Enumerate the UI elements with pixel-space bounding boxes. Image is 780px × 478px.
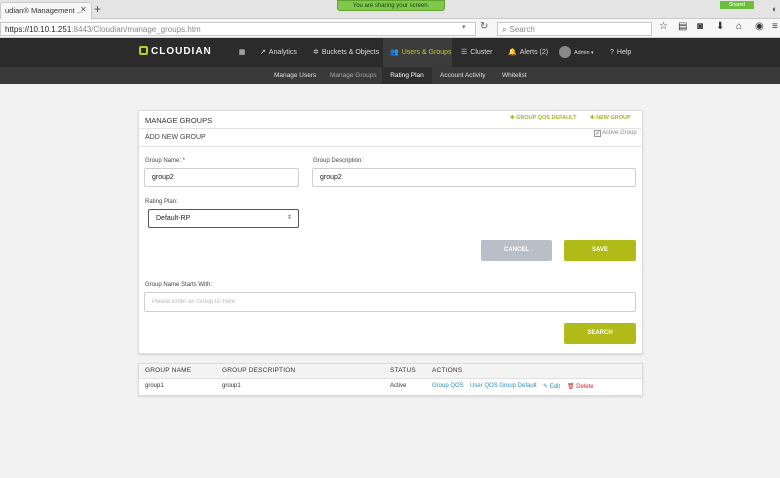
edit-label: Edit (549, 384, 561, 390)
group-qos-default-button[interactable]: ✚ GROUP QOS DEFAULT (510, 115, 576, 121)
active-group-label: Active Group (602, 130, 637, 136)
nav-users-groups[interactable]: 👥 Users & Groups (383, 38, 452, 67)
cancel-button[interactable]: CANCEL (481, 240, 552, 261)
divider (138, 146, 643, 147)
user-qos-group-default-link[interactable]: User QOS Group Default (470, 383, 537, 389)
dashboard-grid-icon: ▦ (238, 49, 246, 56)
delete-link[interactable]: 🗑 Delete (567, 383, 594, 390)
home-icon[interactable]: ⌂ (736, 21, 742, 32)
subnav-account-activity[interactable]: Account Activity (440, 67, 486, 84)
shared-badge: Shared (720, 1, 754, 9)
nav-help[interactable]: ? Help (610, 38, 631, 67)
reading-list-icon[interactable]: ▤ (678, 21, 687, 32)
new-group-label: NEW GROUP (596, 115, 631, 121)
browser-menu-icon[interactable]: ≡ (772, 21, 778, 32)
rating-plan-select[interactable]: Default-RP (148, 209, 299, 228)
nav-buckets-label: Buckets & Objects (321, 49, 380, 56)
bell-icon: 🔔 (508, 49, 517, 56)
nav-admin-label: Admin (574, 50, 590, 56)
download-icon[interactable]: ⬇ (716, 21, 724, 32)
rating-plan-label: Rating Plan: (145, 199, 178, 205)
group-name-input[interactable]: group2 (144, 168, 299, 187)
gear-icon: ✲ (313, 49, 319, 56)
active-group-checkbox[interactable]: ✓ Active Group (594, 130, 637, 137)
search-icon: ⌕ (502, 25, 507, 34)
analytics-icon: ↗ (260, 49, 266, 56)
nav-help-label: Help (616, 49, 632, 56)
bookmark-star-icon[interactable]: ☆ (659, 21, 668, 32)
group-name-search-input[interactable] (144, 292, 636, 312)
tab-close-icon[interactable]: ✕ (80, 5, 87, 14)
section-subtitle: ADD NEW GROUP (145, 134, 206, 141)
column-header-status[interactable]: STATUS (390, 367, 416, 374)
avatar-icon (559, 46, 571, 59)
subnav-manage-users[interactable]: Manage Users (274, 67, 316, 84)
nav-alerts-label: Alerts (2) (519, 49, 549, 56)
nav-cluster[interactable]: ☰ Cluster (461, 38, 492, 67)
column-header-group-name[interactable]: GROUP NAME (145, 367, 191, 374)
column-header-actions: ACTIONS (432, 367, 463, 374)
cell-status: Active (390, 383, 407, 389)
browser-tab-title: udian® Management ... (5, 6, 84, 15)
tab-menu-icon[interactable]: ◐ (772, 4, 777, 14)
url-dropdown-icon[interactable]: ▾ (462, 23, 466, 31)
search-placeholder: Search (509, 25, 535, 34)
help-icon: ? (610, 49, 614, 56)
checkbox-checked-icon: ✓ (594, 130, 601, 137)
cloudian-logo[interactable]: CLOUDIAN (139, 46, 212, 57)
trash-icon: 🗑 (567, 384, 577, 390)
subnav-rating-plan[interactable]: Rating Plan (382, 67, 432, 84)
subnav-manage-groups[interactable]: Manage Groups (330, 67, 377, 84)
edit-link[interactable]: ✎ Edit (543, 383, 560, 390)
group-description-input[interactable]: group2 (312, 168, 636, 187)
pocket-icon[interactable]: ◙ (697, 21, 703, 32)
column-header-group-description[interactable]: GROUP DESCRIPTION (222, 367, 295, 374)
extension-icon[interactable]: ◉ (755, 21, 764, 32)
url-bar[interactable]: https://10.10.1.251:8443/Cloudian/manage… (0, 22, 476, 36)
nav-alerts[interactable]: 🔔 Alerts (2) (508, 38, 548, 67)
browser-tab[interactable]: udian® Management ... (0, 2, 92, 19)
nav-admin-menu[interactable]: Admin ▾ (559, 38, 594, 67)
nav-analytics[interactable]: ↗ Analytics (260, 38, 297, 67)
divider (138, 128, 643, 129)
delete-label: Delete (576, 384, 594, 390)
select-updown-icon: ⇕ (287, 215, 293, 221)
pencil-icon: ✎ (543, 384, 550, 390)
starts-with-label: Group Name Starts With: (145, 282, 213, 288)
page-title: MANAGE GROUPS (145, 116, 213, 125)
browser-search-input[interactable]: ⌕ Search (497, 22, 652, 36)
cluster-icon: ☰ (461, 49, 468, 56)
cloudian-logo-icon (139, 46, 148, 55)
nav-buckets-objects[interactable]: ✲ Buckets & Objects (313, 38, 379, 67)
new-group-button[interactable]: ✚ NEW GROUP (590, 115, 631, 121)
cell-group-name: group1 (145, 383, 164, 389)
chevron-down-icon: ▾ (589, 50, 594, 56)
group-description-label: Group Description: (313, 158, 364, 164)
url-host: https://10.10.1.251 (5, 25, 72, 34)
cell-group-description: group1 (222, 383, 241, 389)
screen-sharing-banner: You are sharing your screen. (337, 0, 445, 11)
nav-analytics-label: Analytics (268, 49, 297, 56)
new-tab-icon[interactable]: + (94, 2, 101, 16)
group-qos-link[interactable]: Group QOS (432, 383, 464, 389)
nav-cluster-label: Cluster (470, 49, 493, 56)
logo-text: CLOUDIAN (151, 46, 212, 57)
users-icon: 👥 (390, 49, 399, 56)
reload-icon[interactable]: ↻ (480, 21, 488, 32)
group-qos-default-label: GROUP QOS DEFAULT (516, 115, 577, 121)
save-button[interactable]: SAVE (564, 240, 636, 261)
nav-dashboard[interactable]: ▦ (236, 38, 248, 67)
url-path: :8443/Cloudian/manage_groups.htm (71, 25, 201, 34)
nav-users-groups-label: Users & Groups (401, 49, 452, 56)
search-button[interactable]: SEARCH (564, 323, 636, 344)
subnav-whitelist[interactable]: Whitelist (502, 67, 527, 84)
group-name-label: Group Name: * (145, 158, 186, 164)
